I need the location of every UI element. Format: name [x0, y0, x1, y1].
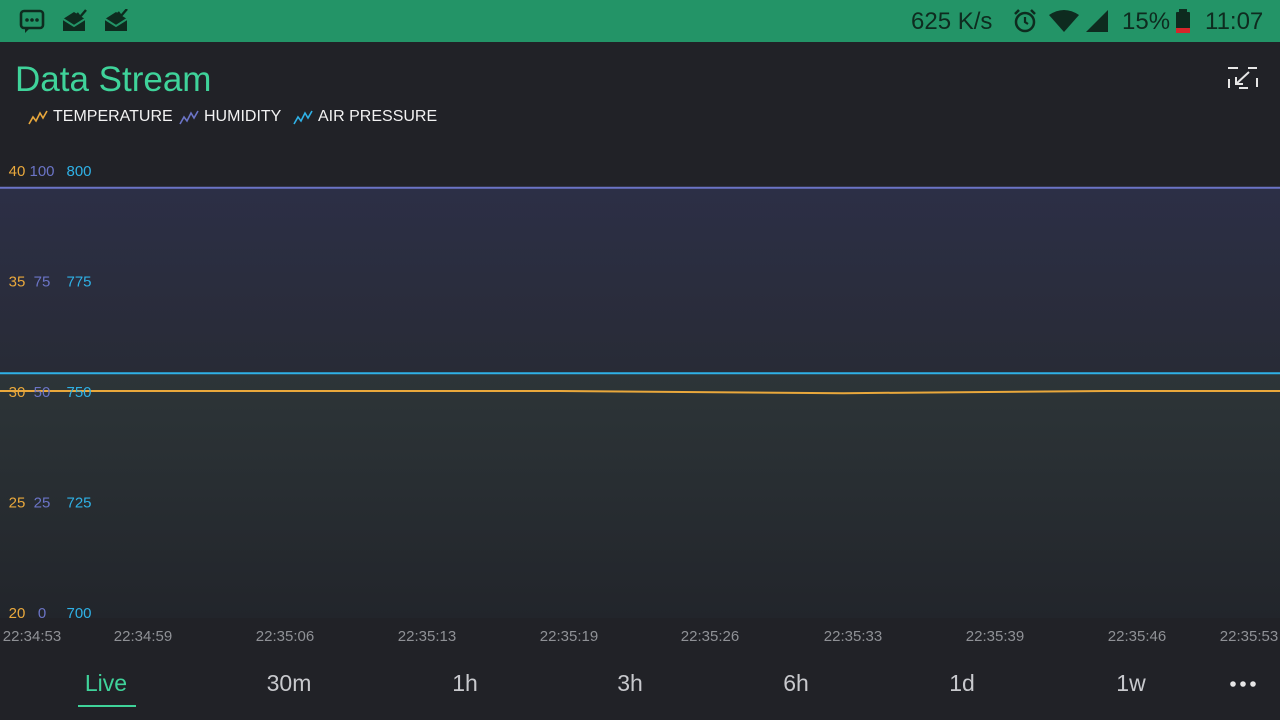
x-tick-label: 22:34:59	[114, 628, 172, 645]
active-tab-indicator	[78, 705, 136, 707]
x-tick-label: 22:35:13	[398, 628, 456, 645]
signal-icon	[1086, 10, 1108, 32]
y-tick-label: 50	[34, 384, 51, 401]
tab-1h[interactable]: 1h	[435, 670, 495, 710]
y-tick-label: 75	[34, 274, 51, 291]
legend-label: AIR PRESSURE	[318, 108, 438, 125]
tab-live[interactable]: Live	[76, 670, 136, 710]
y-tick-label: 750	[66, 384, 91, 401]
y-tick-label: 20	[9, 605, 26, 622]
tab-3h[interactable]: 3h	[600, 670, 660, 710]
alarm-icon	[1014, 9, 1036, 33]
y-tick-label: 800	[66, 163, 91, 180]
tab-6h[interactable]: 6h	[766, 670, 826, 710]
line-chart-icon	[179, 110, 199, 125]
more-dots-icon[interactable]	[1228, 672, 1258, 696]
x-tick-label: 22:34:53	[3, 628, 61, 645]
collapse-arrows-icon[interactable]	[1226, 64, 1260, 92]
status-bar: 625 K/s 15% 11:07	[0, 0, 1280, 42]
time-range-tabs: Live 30m 1h 3h 6h 1d 1w	[0, 660, 1280, 720]
y-tick-label: 40	[9, 163, 26, 180]
chat-icon	[19, 9, 45, 33]
y-tick-label: 35	[9, 274, 26, 291]
x-tick-label: 22:35:39	[966, 628, 1024, 645]
battery-icon	[1176, 9, 1190, 33]
mail-open-icon	[62, 9, 87, 31]
air-pressure-area	[0, 373, 1280, 618]
net-speed: 625 K/s	[911, 8, 993, 35]
x-tick-label: 22:35:06	[256, 628, 314, 645]
y-tick-label: 30	[9, 384, 26, 401]
legend-label: TEMPERATURE	[53, 108, 173, 125]
y-tick-label: 775	[66, 274, 91, 291]
line-chart-icon	[28, 110, 48, 125]
x-tick-label: 22:35:46	[1108, 628, 1166, 645]
clock-time: 11:07	[1205, 8, 1264, 35]
tab-1d[interactable]: 1d	[932, 670, 992, 710]
y-tick-label: 0	[38, 605, 46, 622]
wifi-icon	[1049, 10, 1079, 32]
y-tick-label: 25	[9, 495, 26, 512]
legend-label: HUMIDITY	[204, 108, 282, 125]
x-tick-label: 22:35:26	[681, 628, 739, 645]
line-chart-icon	[293, 110, 313, 125]
x-tick-label: 22:35:53	[1220, 628, 1278, 645]
y-tick-label: 25	[34, 495, 51, 512]
battery-percent: 15%	[1122, 8, 1171, 35]
y-tick-label: 725	[66, 495, 91, 512]
y-tick-label: 700	[66, 605, 91, 622]
mail-check-icon	[104, 9, 128, 31]
tab-1w[interactable]: 1w	[1101, 670, 1161, 710]
x-tick-label: 22:35:19	[540, 628, 598, 645]
y-tick-label: 100	[29, 163, 54, 180]
x-tick-label: 22:35:33	[824, 628, 882, 645]
page-title: Data Stream	[15, 60, 212, 99]
humidity-area	[0, 187, 1280, 374]
line-chart: 40 35 30 25 20 100 75 50 25 0 800 775 750 725 700 22:3…	[0, 163, 1280, 645]
tab-30m[interactable]: 30m	[259, 670, 319, 710]
